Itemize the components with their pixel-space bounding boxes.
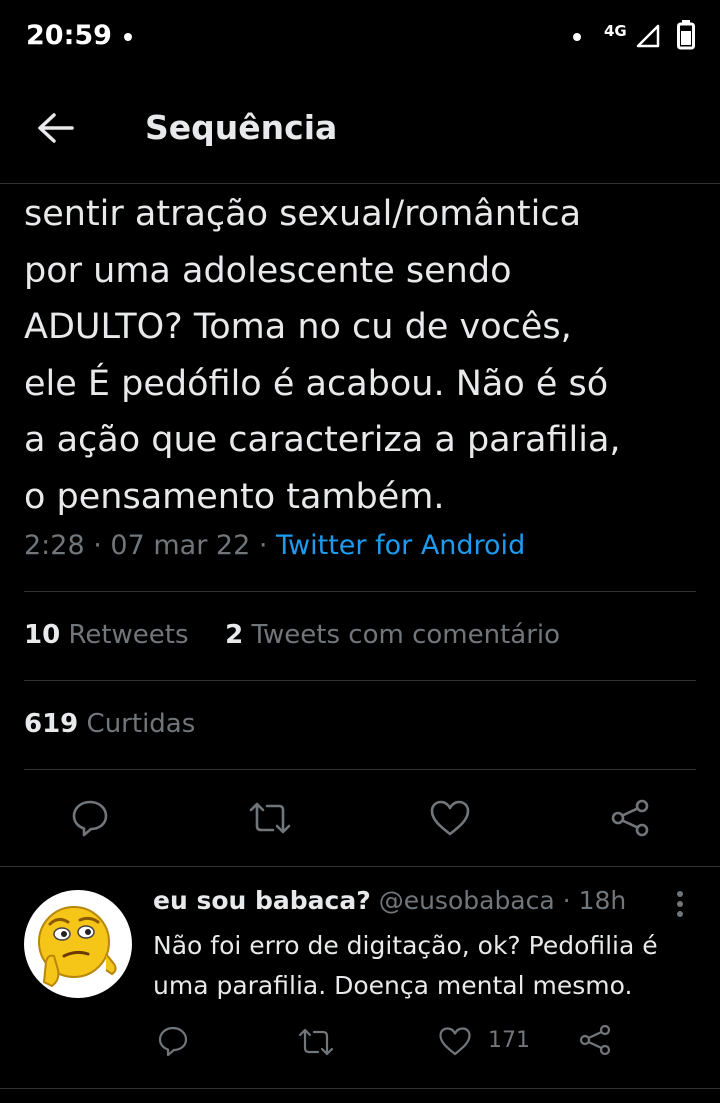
share-icon[interactable] — [578, 1024, 612, 1056]
divider — [24, 769, 696, 770]
network-type: 4G — [604, 22, 627, 40]
status-dot-icon — [573, 33, 581, 41]
tweet-time: 2:28 — [24, 530, 85, 561]
divider — [24, 591, 696, 592]
avatar[interactable] — [24, 890, 132, 998]
reply-icon[interactable] — [70, 798, 110, 838]
retweet-stats: 10 Retweets 2 Tweets com comentário — [24, 620, 560, 650]
retweet-icon[interactable] — [247, 800, 293, 836]
reply-header: eu sou babaca? @eusobabaca · 18h — [153, 886, 626, 915]
reply-author-name[interactable]: eu sou babaca? — [153, 886, 371, 915]
reply-icon[interactable] — [157, 1025, 189, 1057]
quotes-label: Tweets com comentário — [251, 620, 561, 650]
status-bar: 20:59 4G — [0, 0, 720, 72]
tweet-text: sentir atração sexual/romântica por uma … — [24, 194, 621, 517]
arrow-left-icon — [38, 113, 74, 143]
tweet-source-link[interactable]: Twitter for Android — [276, 530, 525, 561]
share-icon[interactable] — [609, 798, 651, 838]
tweet-meta: 2:28 · 07 mar 22 · Twitter for Android — [24, 530, 525, 561]
retweet-icon[interactable] — [297, 1027, 335, 1057]
meta-separator: · — [93, 530, 102, 561]
reply-text: Não foi erro de digitação, ok? Pedofilia… — [153, 931, 658, 1000]
status-time: 20:59 — [26, 20, 112, 51]
likes-count: 619 — [24, 709, 79, 739]
signal-icon — [636, 24, 660, 48]
meta-separator: · — [562, 886, 571, 915]
retweets-link[interactable]: 10 Retweets — [24, 620, 189, 650]
app-header: Sequência — [0, 72, 720, 184]
reply-author-handle[interactable]: @eusobabaca — [379, 886, 555, 915]
notification-dot-icon — [124, 33, 132, 41]
retweets-count: 10 — [24, 620, 61, 650]
tweet-date: 07 mar 22 — [110, 530, 251, 561]
meta-separator: · — [258, 530, 268, 561]
quotes-count: 2 — [225, 620, 244, 650]
reply-tweet[interactable]: eu sou babaca? @eusobabaca · 18h Não foi… — [0, 868, 720, 1088]
page-title: Sequência — [145, 108, 338, 147]
divider — [0, 1088, 720, 1089]
battery-icon — [677, 20, 695, 50]
retweets-label: Retweets — [68, 620, 189, 650]
likes-label: Curtidas — [86, 709, 196, 739]
divider — [0, 866, 720, 867]
divider — [24, 680, 696, 681]
thinking-emoji-icon — [38, 906, 117, 988]
back-button[interactable] — [32, 108, 80, 148]
likes-stats[interactable]: 619 Curtidas — [24, 709, 195, 739]
reply-age: 18h — [578, 886, 627, 915]
reply-like-count: 171 — [488, 1028, 530, 1053]
heart-icon[interactable] — [429, 799, 471, 837]
heart-icon[interactable] — [438, 1026, 472, 1056]
quotes-link[interactable]: 2 Tweets com comentário — [225, 620, 560, 650]
more-options-icon[interactable] — [668, 890, 692, 920]
